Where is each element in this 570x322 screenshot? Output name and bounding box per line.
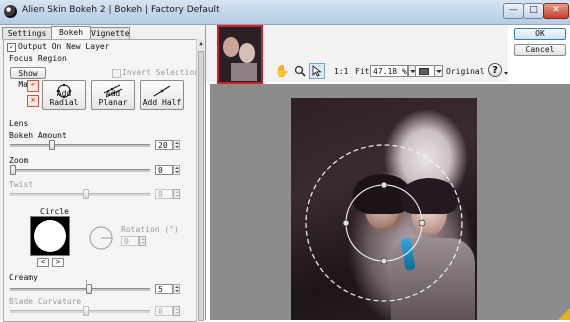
rotation-label: Rotation (°) [121,225,179,234]
blade-curvature-track[interactable] [10,310,150,313]
window-title: Alien Skin Bokeh 2 | Bokeh | Factory Def… [22,5,220,15]
lens-heading: Lens [9,119,29,128]
panel-scrollbar[interactable]: ▲ [196,39,205,321]
add-half-button[interactable]: Add Half [140,80,184,110]
zoom-label: Zoom [9,156,29,165]
ok-button[interactable]: OK [514,28,566,40]
view-toolbar: ✋ 1:1 Fit 47.18 % Original ? [206,60,508,82]
bokeh-amount-input[interactable]: 20 [155,140,173,150]
minimize-button[interactable]: — [503,3,524,19]
bokeh-tab-content: ✓ Output On New Layer Focus Region Show … [3,39,200,322]
title-bar: Alien Skin Bokeh 2 | Bokeh | Factory Def… [0,0,570,25]
add-planar-label: Add Planar [98,89,128,107]
blade-curvature-spinner[interactable] [173,306,180,316]
add-planar-button[interactable]: Add Planar [91,80,135,110]
zoom-level-field[interactable]: 47.18 % [370,65,408,77]
twist-spinner[interactable] [173,189,180,199]
blade-curvature-label: Blade Curvature [9,297,82,306]
rotation-dial[interactable] [88,225,114,251]
preview-photo [291,98,477,320]
invert-selection-label: Invert Selection [122,68,200,77]
invert-selection-checkbox[interactable] [112,69,121,78]
cancel-button[interactable]: Cancel [514,44,566,56]
fit-button[interactable]: Fit [355,67,369,76]
next-shape-button[interactable]: > [52,258,64,267]
focus-region-heading: Focus Region [9,54,67,63]
zoom-track[interactable] [10,169,150,172]
twist-input[interactable]: 0 [155,189,173,199]
twist-slider-thumb[interactable] [83,189,89,199]
preview-canvas[interactable] [210,84,570,320]
half-plane-icon [153,85,171,97]
settings-panel: Settings Bokeh Vignette ✓ Output On New … [0,25,206,322]
zoom-1to1-button[interactable]: 1:1 [334,67,348,76]
thumbnail-face-left [223,37,239,57]
focus-region-overlay[interactable] [291,98,477,320]
scroll-up-arrow[interactable]: ▲ [197,39,205,48]
tab-bokeh[interactable]: Bokeh [51,26,91,39]
undo-region-button[interactable]: ↶ [27,80,39,92]
add-radial-button[interactable]: Add Radial [42,80,86,110]
maximize-button[interactable]: □ [523,3,544,19]
select-arrow-icon[interactable] [309,63,325,79]
creamy-tick [86,280,87,283]
add-radial-label: Add Radial [49,89,79,107]
scrollbar-thumb[interactable] [198,51,204,321]
help-dropdown-icon[interactable] [504,72,508,75]
add-half-label: Add Half [142,98,182,107]
original-toggle[interactable]: Original [446,67,485,76]
output-new-layer-label: Output On New Layer [18,42,110,51]
circle-aperture-icon [34,220,66,252]
aperture-shape-label: Circle [40,207,69,216]
creamy-track[interactable] [10,288,150,291]
hand-pan-icon[interactable]: ✋ [274,63,290,79]
bokeh-amount-slider-thumb[interactable] [49,140,55,150]
bokeh-amount-label: Bokeh Amount [9,131,67,140]
bokeh-amount-spinner[interactable] [173,140,180,150]
help-icon[interactable]: ? [488,63,502,77]
twist-label: Twist [9,180,34,189]
rotation-spinner[interactable] [139,236,146,246]
show-mask-button[interactable]: Show Mask [10,67,46,89]
creamy-label: Creamy [9,273,38,282]
zoom-magnifier-icon[interactable] [292,63,308,79]
rotation-input[interactable]: 0 [121,236,139,246]
close-button[interactable]: ✕ [543,3,569,19]
aperture-shape-preview [30,216,70,256]
twist-track[interactable] [10,193,150,196]
delete-region-button[interactable]: ✕ [27,95,39,107]
app-icon [4,5,17,18]
zoom-spinner[interactable] [173,165,180,175]
zoom-slider-thumb[interactable] [10,165,16,175]
creamy-slider-thumb[interactable] [86,284,92,294]
tab-settings[interactable]: Settings [2,27,52,39]
tab-vignette[interactable]: Vignette [90,27,130,39]
output-new-layer-checkbox[interactable]: ✓ [7,43,16,52]
zoom-input[interactable]: 0 [155,165,173,175]
background-color-swatch [419,68,429,75]
blade-curvature-input[interactable]: 0 [155,306,173,316]
prev-shape-button[interactable]: < [37,258,49,267]
creamy-input[interactable]: 5 [155,284,173,294]
creamy-spinner[interactable] [173,284,180,294]
blade-curvature-slider-thumb[interactable] [83,306,89,316]
background-color-dropdown-arrow[interactable] [434,65,443,77]
bokeh-amount-track[interactable] [10,144,150,147]
resize-grip-icon[interactable] [558,308,570,320]
